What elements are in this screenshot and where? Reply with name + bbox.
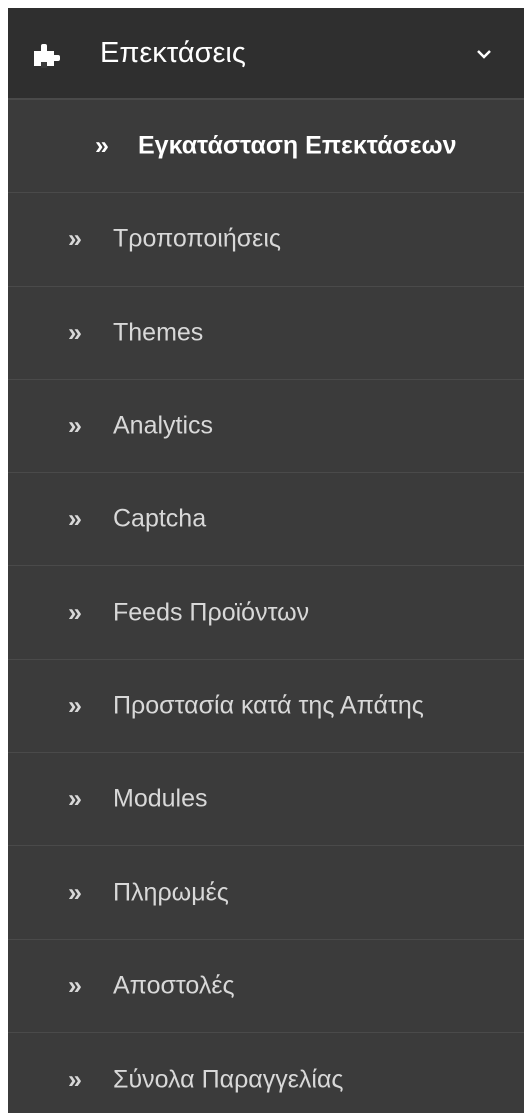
double-chevron-right-icon: » (68, 878, 82, 907)
double-chevron-right-icon: » (68, 971, 82, 1000)
menu-item-modules[interactable]: » Modules (8, 753, 524, 847)
double-chevron-right-icon: » (68, 411, 82, 440)
menu-item-shipping[interactable]: » Αποστολές (8, 940, 524, 1033)
menu-item-payments[interactable]: » Πληρωμές (8, 846, 524, 940)
chevron-down-icon (477, 50, 491, 59)
menu-item-order-totals[interactable]: » Σύνολα Παραγγελίας (8, 1033, 524, 1113)
double-chevron-right-icon: » (68, 224, 82, 253)
double-chevron-right-icon: » (95, 131, 109, 160)
double-chevron-right-icon: » (68, 784, 82, 813)
sidebar-menu: Επεκτάσεις » Εγκατάσταση Επεκτάσεων » Τρ… (8, 8, 524, 1113)
menu-item-label: Σύνολα Παραγγελίας (113, 1065, 344, 1094)
extensions-menu-label: Επεκτάσεις (100, 37, 246, 69)
double-chevron-right-icon: » (68, 318, 82, 347)
double-chevron-right-icon: » (68, 598, 82, 627)
menu-item-analytics[interactable]: » Analytics (8, 380, 524, 474)
menu-item-label: Themes (113, 318, 204, 347)
menu-item-install-extensions[interactable]: » Εγκατάσταση Επεκτάσεων (8, 100, 524, 194)
menu-item-modifications[interactable]: » Τροποποιήσεις (8, 193, 524, 287)
menu-item-label: Analytics (113, 411, 214, 440)
menu-item-label: Τροποποιήσεις (113, 224, 281, 253)
double-chevron-right-icon: » (68, 504, 82, 533)
menu-item-anti-fraud[interactable]: » Προστασία κατά της Απάτης (8, 660, 524, 754)
menu-item-label: Πληρωμές (113, 878, 229, 907)
menu-item-themes[interactable]: » Themes (8, 287, 524, 380)
double-chevron-right-icon: » (68, 691, 82, 720)
menu-item-label: Feeds Προϊόντων (113, 598, 310, 627)
extensions-menu-toggle[interactable]: Επεκτάσεις (8, 8, 524, 100)
extensions-submenu: » Εγκατάσταση Επεκτάσεων » Τροποποιήσεις… (8, 100, 524, 1113)
double-chevron-right-icon: » (68, 1065, 82, 1094)
puzzle-piece-icon (34, 44, 60, 68)
menu-item-captcha[interactable]: » Captcha (8, 473, 524, 567)
menu-item-label: Αποστολές (113, 971, 235, 1000)
menu-item-label: Προστασία κατά της Απάτης (113, 691, 424, 720)
menu-item-label: Modules (113, 784, 208, 813)
menu-item-label: Εγκατάσταση Επεκτάσεων (138, 131, 457, 160)
menu-item-label: Captcha (113, 504, 207, 533)
menu-item-product-feeds[interactable]: » Feeds Προϊόντων (8, 566, 524, 660)
